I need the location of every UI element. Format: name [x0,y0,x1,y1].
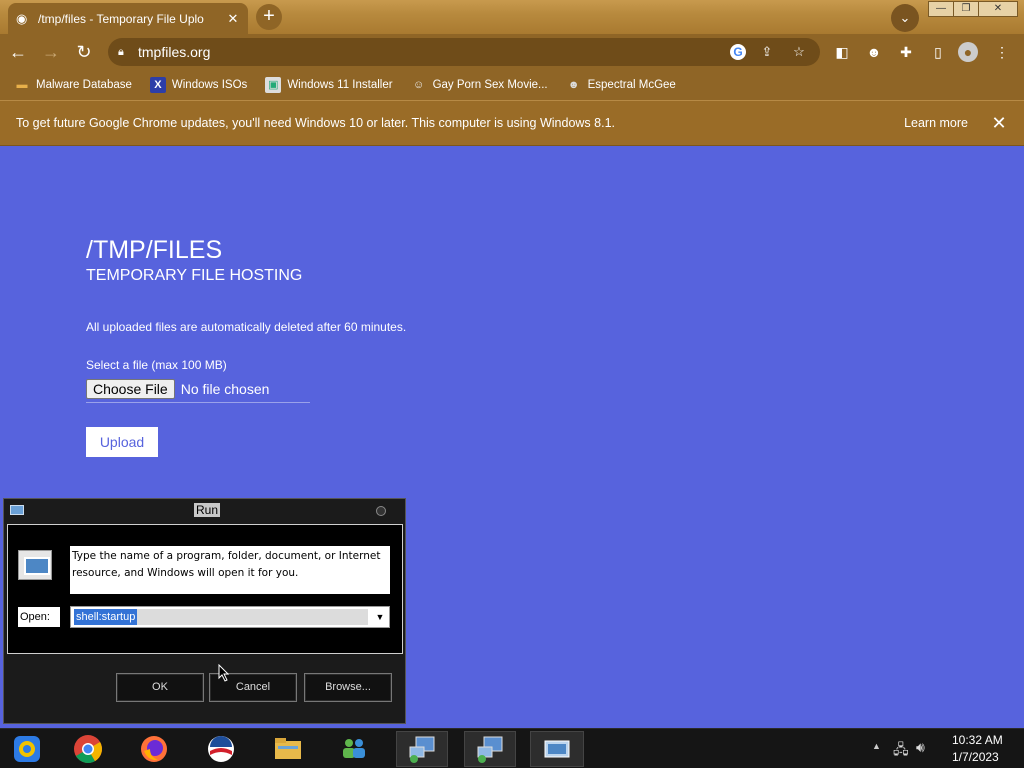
new-tab-button[interactable]: + [256,4,282,30]
run-app-icon [18,550,52,580]
address-bar[interactable]: 🔒︎ tmpfiles.org G ⇪ ☆ [108,38,820,66]
tab-title: /tmp/files - Temporary File Uplo [38,11,204,26]
restore-button[interactable]: ❐ [953,1,979,17]
bookmark-movie[interactable]: ☺ Gay Porn Sex Movie... [411,77,548,93]
run-dialog: Run Type the name of a program, folder, … [3,498,406,724]
back-arrow-icon[interactable]: ← [3,37,33,67]
update-infobar: To get future Google Chrome updates, you… [0,100,1024,146]
extension-avatar-icon[interactable]: ☻ [864,42,884,62]
google-lens-icon[interactable]: G [730,44,746,60]
close-window-button[interactable]: ✕ [978,1,1018,17]
share-icon[interactable]: ⇪ [756,41,778,63]
file-explorer-icon [275,738,301,759]
minimize-button[interactable]: — [928,1,954,17]
tray-overflow-icon[interactable]: ▲ [872,741,881,751]
face-icon: ☺ [412,79,425,91]
globe-icon: ◉ [16,10,28,26]
bookmarks-bar: ▬ Malware Database X Windows ISOs ▣ Wind… [0,70,1024,100]
bookmark-label: Windows ISOs [171,79,248,91]
browse-button[interactable]: Browse... [304,673,392,702]
run-panel: Type the name of a program, folder, docu… [7,524,403,654]
tab-close-icon[interactable]: ✕ [226,11,240,27]
lock-icon[interactable]: 🔒︎ [118,46,138,59]
x-icon: X [149,77,166,93]
bookmark-malware-database[interactable]: ▬ Malware Database [14,77,132,93]
bookmark-label: Espectral McGee [587,79,676,91]
bookmark-windows-isos[interactable]: X Windows ISOs [149,77,248,93]
avatar-icon: ☻ [567,79,580,91]
network-icon[interactable]: 🖧︎ [893,739,909,763]
bookmark-windows-11-installer[interactable]: ▣ Windows 11 Installer [265,77,393,93]
run-titlebar[interactable]: Run [4,499,405,523]
extension-flag-icon[interactable]: ◧ [832,42,852,62]
mouse-cursor-icon [218,664,230,682]
bookmark-label: Malware Database [36,79,132,91]
no-file-chosen-text: No file chosen [180,381,270,397]
upload-button[interactable]: Upload [86,427,158,457]
run-title: Run [194,503,221,517]
network-people-icon [343,739,365,758]
bookmark-label: Windows 11 Installer [287,79,393,91]
extensions-puzzle-icon[interactable]: ✚ [896,42,916,62]
run-open-combobox[interactable]: shell:startup ▼ [70,606,390,628]
bookmark-star-icon[interactable]: ☆ [788,41,810,63]
browser-tab[interactable]: ◉ /tmp/files - Temporary File Uplo ✕ [8,3,248,34]
open-label: Open: [18,607,60,627]
obama-logo-icon [208,736,234,762]
taskbar-app-chrome-legacy[interactable] [1,731,53,767]
remote-desktop-icon [409,736,435,763]
taskbar-app-file-explorer[interactable] [262,731,314,767]
taskbar-app-obama-logo[interactable] [195,731,247,767]
tab-search-chevron-icon[interactable]: ⌄ [891,4,919,32]
firefox-icon [141,736,167,762]
dropdown-arrow-icon[interactable]: ▼ [373,610,387,624]
taskbar-app-network-people[interactable] [328,731,380,767]
image-icon: ▣ [265,77,282,93]
page-subtitle: TEMPORARY FILE HOSTING [86,267,303,284]
tab-strip: ◉ /tmp/files - Temporary File Uplo ✕ + ⌄… [0,0,1024,34]
taskbar-app-run[interactable] [530,731,584,767]
reload-icon[interactable]: ↻ [69,37,99,67]
volume-icon[interactable]: 🔊︎ [916,739,925,756]
bookmark-espectral-mcgee[interactable]: ☻ Espectral McGee [566,77,676,93]
infobar-message: To get future Google Chrome updates, you… [16,116,615,130]
expiry-notice: All uploaded files are automatically del… [86,320,407,334]
taskbar-app-remote-desktop-2[interactable] [464,731,516,767]
infobar-close-icon[interactable]: ✕ [990,113,1008,134]
remote-desktop-icon [477,736,503,763]
choose-file-button[interactable]: Choose File [86,379,175,399]
page-title: /TMP/FILES [86,236,223,264]
clock-time[interactable]: 10:32 AM [952,733,1003,747]
taskbar-app-chrome[interactable] [62,731,114,767]
learn-more-link[interactable]: Learn more [904,116,968,130]
ok-button[interactable]: OK [116,673,204,702]
run-description: Type the name of a program, folder, docu… [70,546,390,594]
windows-taskbar: ▲ 🖧︎ 🔊︎ 10:32 AM 1/7/2023 [0,728,1024,768]
browser-toolbar: ← → ↻ 🔒︎ tmpfiles.org G ⇪ ☆ ◧ ☻ ✚ ▯ ● ⋮ [0,34,1024,70]
run-close-button[interactable] [376,506,386,516]
run-window-icon [10,505,24,515]
bookmark-label: Gay Porn Sex Movie... [432,79,548,91]
side-panel-icon[interactable]: ▯ [928,42,948,62]
url-text[interactable]: tmpfiles.org [138,44,720,60]
file-input[interactable]: Choose File No file chosen [86,376,310,403]
run-input-selected-text[interactable]: shell:startup [74,609,138,625]
forward-arrow-icon[interactable]: → [36,37,66,67]
clock-date[interactable]: 1/7/2023 [952,750,999,764]
menu-kebab-icon[interactable]: ⋮ [992,42,1012,62]
taskbar-app-remote-desktop-1[interactable] [396,731,448,767]
chrome-icon [74,735,102,763]
profile-icon[interactable]: ● [958,42,978,62]
taskbar-app-firefox[interactable] [128,731,180,767]
run-window-icon [544,740,570,758]
folder-icon: ▬ [16,79,28,91]
file-select-label: Select a file (max 100 MB) [86,358,227,372]
chrome-legacy-icon [14,736,40,762]
